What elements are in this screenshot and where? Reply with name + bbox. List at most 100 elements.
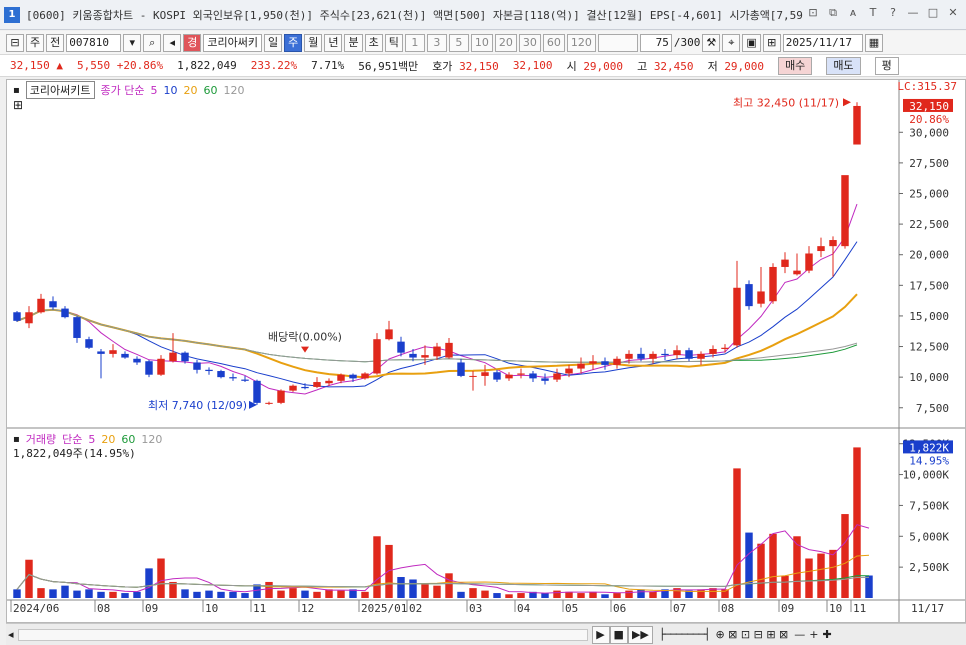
tool-icon[interactable]: ⚒ <box>702 33 721 52</box>
volume-bar <box>865 575 873 598</box>
restore-icon[interactable]: ⧉ <box>826 6 840 20</box>
volume-bar <box>325 589 333 598</box>
interval-30[interactable]: 30 <box>518 33 541 52</box>
candle-body <box>565 368 573 374</box>
sell-button[interactable]: 매도 <box>826 56 861 75</box>
interval-3[interactable]: 3 <box>426 33 447 52</box>
avg-button[interactable]: 평 <box>874 56 899 75</box>
candle-body <box>145 361 153 375</box>
font-small-icon[interactable]: ᴀ <box>846 6 860 20</box>
period-day[interactable]: 일 <box>263 33 283 52</box>
minimize-icon[interactable]: — <box>906 6 920 20</box>
volume-bar <box>277 590 285 598</box>
period-minute[interactable]: 분 <box>344 33 363 52</box>
candle-body <box>289 385 297 391</box>
fast-forward-icon[interactable]: ▶▶ <box>627 625 653 644</box>
interval-1[interactable]: 1 <box>404 33 425 52</box>
speaker-icon[interactable]: ◂ <box>163 33 182 52</box>
interval-20[interactable]: 20 <box>494 33 517 52</box>
high-arrow-icon <box>843 98 851 107</box>
maximize-icon[interactable]: □ <box>926 6 940 20</box>
search-icon[interactable]: ⌕ <box>143 33 162 52</box>
scroll-track[interactable] <box>17 628 588 641</box>
count-input[interactable]: 75 <box>639 33 672 52</box>
vol-ma5-label: 5 <box>88 432 96 446</box>
volume-bar <box>265 581 273 598</box>
period-month[interactable]: 월 <box>304 33 323 52</box>
volume-bar <box>253 584 261 598</box>
x-tick-label: 11 <box>853 602 866 615</box>
crosshair-toggle-icon[interactable]: ⊞ <box>13 98 23 112</box>
stop-icon[interactable]: ■ <box>609 625 628 644</box>
indicator-tools-icon[interactable]: ⊕ ⊠ ⊡ ⊟ ⊞ ⊠ <box>715 628 788 641</box>
period-week[interactable]: 주 <box>284 33 303 52</box>
layout-icon[interactable]: ⊟ <box>6 33 24 52</box>
save-icon[interactable]: ▣ <box>742 33 761 52</box>
prev-button[interactable]: 전 <box>46 33 65 52</box>
candle-body <box>73 317 81 338</box>
x-tick-label: 11 <box>253 602 266 615</box>
grid-icon[interactable]: ▪ <box>13 85 20 96</box>
candle-body <box>229 377 237 379</box>
stock-legend-label[interactable]: 코리아써키트 <box>25 81 95 99</box>
x-tick-label: 08 <box>721 602 734 615</box>
vol-grid-icon[interactable]: ▪ <box>13 434 20 445</box>
period-second[interactable]: 초 <box>364 33 383 52</box>
play-icon[interactable]: ▶ <box>591 625 610 644</box>
interval-120[interactable]: 120 <box>566 33 596 52</box>
zoom-in-icon[interactable]: + <box>809 628 818 641</box>
buy-button[interactable]: 매수 <box>778 56 813 75</box>
candle-body <box>13 312 21 321</box>
chart-area[interactable]: 30,000 27,500 25,000 22,500 20,000 17,500 15,0… <box>6 79 966 623</box>
period-select[interactable]: 주 <box>26 33 45 52</box>
volume-tick-label: 5,000K <box>909 530 949 543</box>
volume-bar <box>85 589 93 598</box>
pin-icon[interactable]: ⊡ <box>806 6 820 20</box>
candle-body <box>169 352 177 362</box>
period-tick[interactable]: 틱 <box>384 33 403 52</box>
chart-scrollbar[interactable]: ◂ ▶ ■ ▶▶ ├───────┤ ⊕ ⊠ ⊡ ⊟ ⊞ ⊠ — + ✚ <box>6 623 966 645</box>
mode-icon[interactable]: 경 <box>183 33 202 52</box>
candle-body <box>685 350 693 359</box>
code-dropdown-icon[interactable]: ▾ <box>123 33 142 52</box>
volume-current: 1,822,049주(14.95%) <box>13 447 136 460</box>
candle-body <box>97 351 105 354</box>
close-icon[interactable]: ✕ <box>946 6 960 20</box>
candle-body <box>205 369 213 372</box>
interval-10[interactable]: 10 <box>470 33 493 52</box>
scroll-left-icon[interactable]: ◂ <box>8 628 14 641</box>
calendar-lock-icon[interactable]: ⊞ <box>762 33 781 52</box>
candle-body <box>757 291 765 304</box>
candle-body <box>721 347 729 349</box>
volume-bar <box>697 589 705 598</box>
candle-body <box>433 346 441 357</box>
x-tick-label: 06 <box>613 602 626 615</box>
calendar-icon[interactable]: ▦ <box>864 33 884 52</box>
title-bar: 1 [0600] 키움종합차트 - KOSPI 외국인보유[1,950(천)] … <box>0 0 966 30</box>
ma10-label: 10 <box>163 83 178 97</box>
interval-5[interactable]: 5 <box>448 33 469 52</box>
volume-bar <box>565 591 573 598</box>
interval-custom-input[interactable] <box>597 33 638 52</box>
font-large-icon[interactable]: T <box>866 6 880 20</box>
volume-bar <box>733 468 741 598</box>
stock-code-input[interactable]: 007810 <box>66 33 122 52</box>
volume-bar <box>505 594 513 598</box>
interval-60[interactable]: 60 <box>542 33 565 52</box>
volume-bar <box>481 590 489 598</box>
zoom-slider-icon[interactable]: ├───────┤ <box>659 628 711 641</box>
period-year[interactable]: 년 <box>324 33 343 52</box>
chart-svg[interactable]: 30,000 27,500 25,000 22,500 20,000 17,500 15,0… <box>7 80 965 622</box>
help-icon[interactable]: ? <box>886 6 900 20</box>
candle-body <box>673 350 681 356</box>
fit-icon[interactable]: ✚ <box>822 628 831 641</box>
candle-body <box>697 353 705 359</box>
crosshair-icon[interactable]: ⌖ <box>722 33 741 52</box>
candle-body <box>193 362 201 370</box>
x-tick-label: 04 <box>517 602 531 615</box>
quote-bid: 32,100 <box>512 59 553 72</box>
zoom-out-icon[interactable]: — <box>794 628 805 641</box>
quote-high: 고 32,450 <box>637 59 694 73</box>
date-input[interactable]: 2025/11/17 <box>782 33 863 52</box>
ma120-label: 120 <box>223 83 245 97</box>
